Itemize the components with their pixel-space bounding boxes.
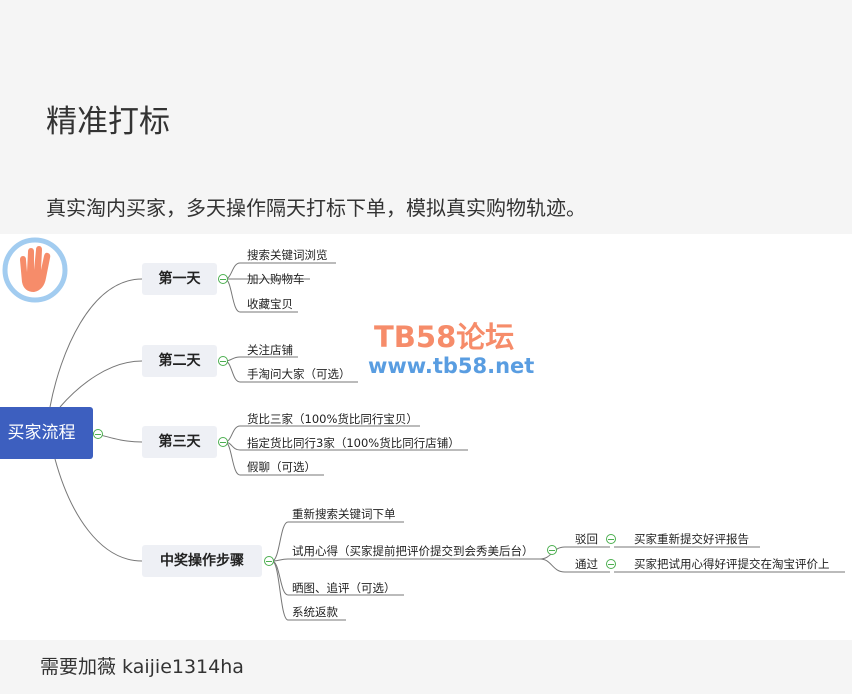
leaf-item: 指定货比同行3家（100%货比同行店铺） (247, 436, 460, 450)
leaf-item: 试用心得（买家提前把评价提交到会秀美后台） (292, 544, 534, 558)
page-description: 真实淘内买家，多天操作隔天打标下单，模拟真实购物轨迹。 (46, 196, 586, 220)
hand-logo-icon (2, 237, 68, 303)
collapse-icon[interactable] (93, 429, 103, 439)
branch-day-1: 第一天 (142, 263, 217, 295)
leaf-item: 收藏宝贝 (247, 297, 293, 311)
collapse-icon[interactable] (606, 559, 616, 569)
collapse-icon[interactable] (218, 274, 228, 284)
collapse-icon[interactable] (606, 534, 616, 544)
branch-day-3: 第三天 (142, 426, 217, 458)
mindmap-image: 买家流程 第一天 搜索关键词浏览 加入购物车 收藏宝贝 第二天 关注店铺 手淘问… (0, 234, 852, 640)
sub-result-pass: 买家把试用心得好评提交在淘宝评价上 (634, 557, 830, 571)
leaf-item: 系统返款 (292, 605, 338, 619)
leaf-item: 手淘问大家（可选） (247, 367, 351, 381)
collapse-icon[interactable] (218, 356, 228, 366)
collapse-icon[interactable] (264, 556, 274, 566)
page-title: 精准打标 (46, 104, 170, 140)
watermark-url: www.tb58.net (368, 354, 535, 378)
leaf-item: 假聊（可选） (247, 460, 316, 474)
collapse-icon[interactable] (547, 545, 557, 555)
leaf-item: 搜索关键词浏览 (247, 248, 328, 262)
leaf-item: 关注店铺 (247, 343, 293, 357)
root-node: 买家流程 (0, 407, 93, 459)
sub-result-reject: 买家重新提交好评报告 (634, 532, 749, 546)
leaf-item: 货比三家（100%货比同行宝贝） (247, 412, 418, 426)
contact-text: 需要加薇 kaijie1314ha (40, 656, 244, 678)
sub-item-reject: 驳回 (575, 532, 598, 546)
branch-winning-steps: 中奖操作步骤 (142, 545, 262, 577)
sub-item-pass: 通过 (575, 557, 598, 571)
leaf-item: 加入购物车 (247, 272, 305, 286)
watermark-name: TB58论坛 (374, 320, 515, 354)
leaf-item: 晒图、追评（可选） (292, 581, 396, 595)
leaf-item: 重新搜索关键词下单 (292, 507, 396, 521)
collapse-icon[interactable] (218, 437, 228, 447)
branch-day-2: 第二天 (142, 345, 217, 377)
